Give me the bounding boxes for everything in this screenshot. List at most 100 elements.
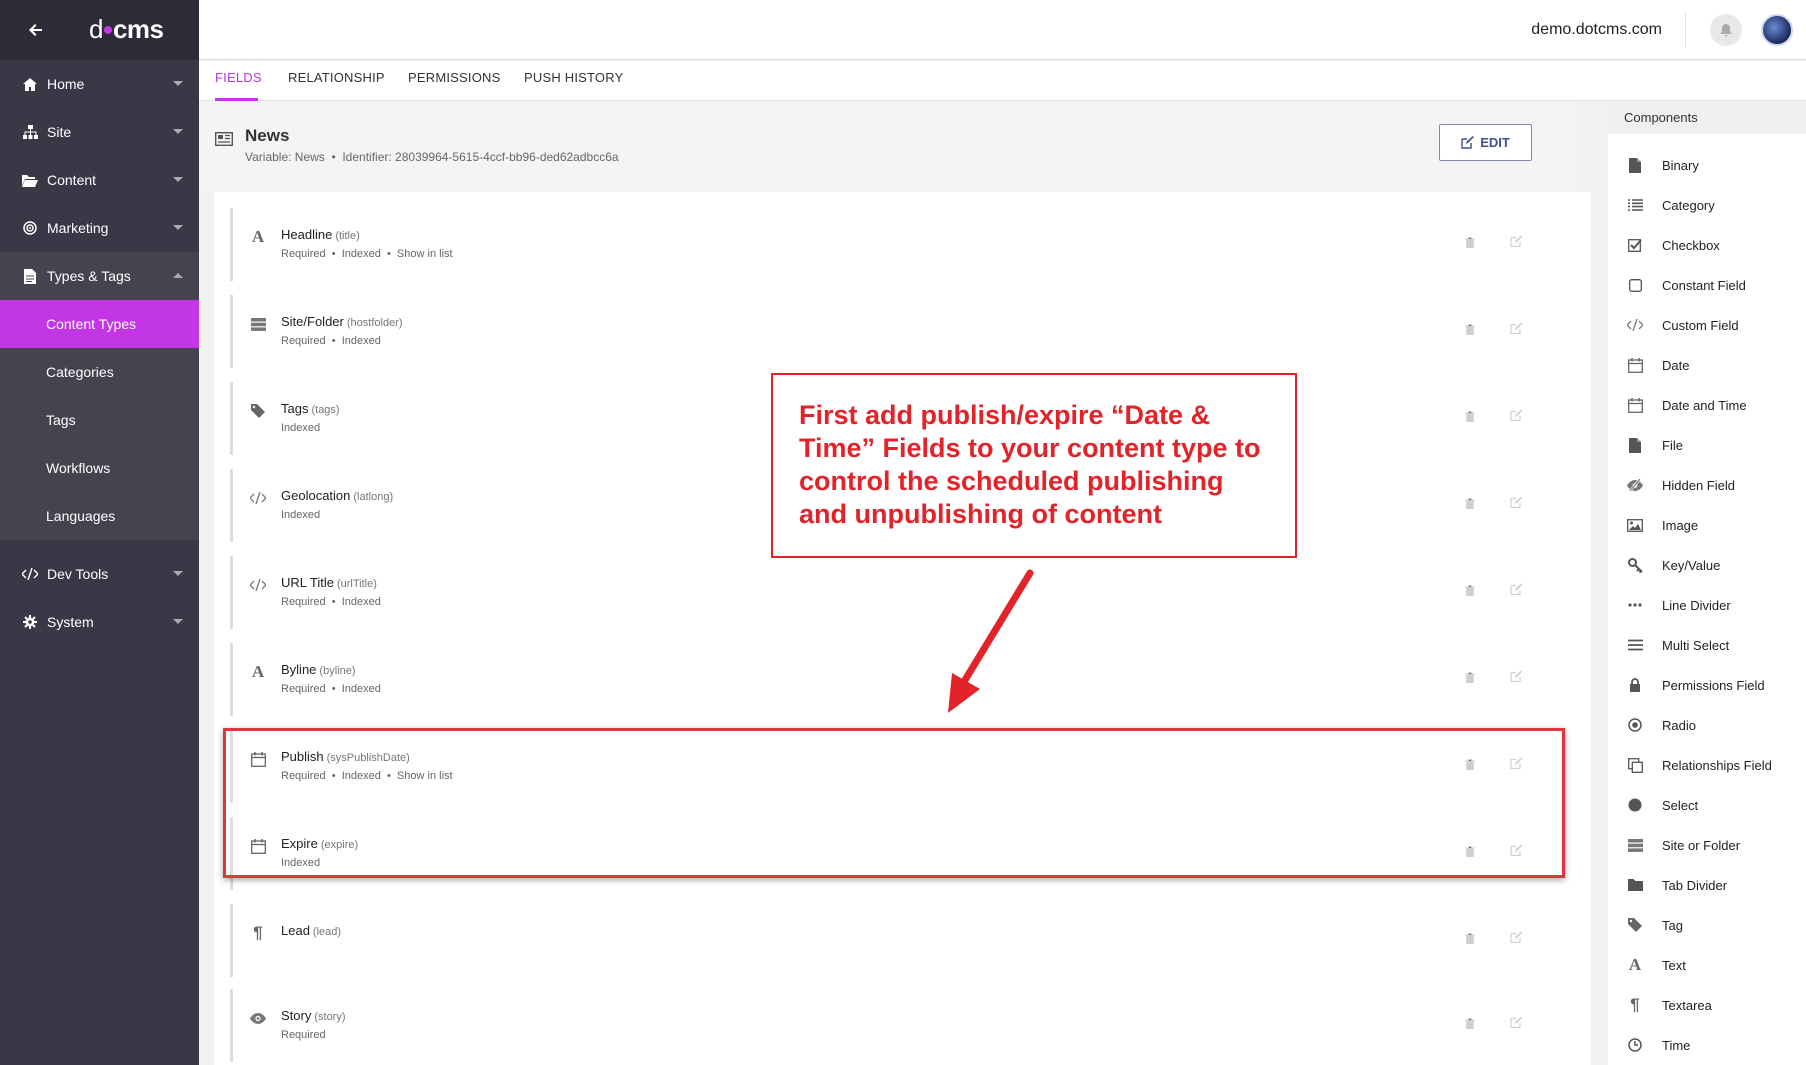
edit-button[interactable]: EDIT: [1439, 124, 1532, 161]
field-variable: (title): [335, 230, 360, 242]
component-hidden-field[interactable]: Hidden Field: [1608, 465, 1806, 505]
sidebar-subitem-languages[interactable]: Languages: [0, 492, 199, 540]
edit-icon[interactable]: [1510, 930, 1523, 948]
sidebar-item-label: System: [47, 614, 94, 630]
edit-icon[interactable]: [1510, 495, 1523, 513]
component-label: Radio: [1662, 717, 1696, 733]
component-label: Line Divider: [1662, 597, 1731, 613]
field-row-lead[interactable]: ¶ Lead (lead): [230, 904, 1570, 977]
chevron-down-icon: [173, 129, 183, 134]
component-checkbox[interactable]: Checkbox: [1608, 225, 1806, 265]
component-constant-field[interactable]: Constant Field: [1608, 265, 1806, 305]
trash-icon[interactable]: [1465, 496, 1475, 514]
edit-icon[interactable]: [1510, 1015, 1523, 1033]
checkbox-icon: [1626, 236, 1644, 254]
component-site-or-folder[interactable]: Site or Folder: [1608, 825, 1806, 865]
divider: [1685, 12, 1686, 48]
image-icon: [1626, 516, 1644, 534]
component-custom-field[interactable]: Custom Field: [1608, 305, 1806, 345]
trash-icon[interactable]: [1465, 670, 1475, 688]
component-date[interactable]: Date: [1608, 345, 1806, 385]
avatar[interactable]: [1761, 14, 1793, 46]
sidebar-item-types-tags[interactable]: Types & Tags: [0, 252, 199, 300]
arrow-left-icon[interactable]: [28, 22, 44, 38]
chevron-down-icon: [173, 81, 183, 86]
site-selector[interactable]: demo.dotcms.com: [1531, 21, 1662, 39]
chevron-down-icon: [173, 571, 183, 576]
trash-icon[interactable]: [1465, 235, 1475, 253]
trash-icon[interactable]: [1465, 322, 1475, 340]
component-line-divider[interactable]: Line Divider: [1608, 585, 1806, 625]
component-label: Constant Field: [1662, 277, 1746, 293]
component-label: Textarea: [1662, 997, 1712, 1013]
trash-icon[interactable]: [1465, 931, 1475, 949]
main-sidebar: d cms Home Site Content Marketing Types &…: [0, 0, 199, 1065]
trash-icon[interactable]: [1465, 1016, 1475, 1034]
sidebar-item-dev-tools[interactable]: Dev Tools: [0, 550, 199, 598]
component-file[interactable]: File: [1608, 425, 1806, 465]
component-multi-select[interactable]: Multi Select: [1608, 625, 1806, 665]
component-label: Multi Select: [1662, 637, 1730, 653]
component-radio[interactable]: Radio: [1608, 705, 1806, 745]
sidebar-item-content[interactable]: Content: [0, 156, 199, 204]
component-permissions-field[interactable]: Permissions Field: [1608, 665, 1806, 705]
component-date-and-time[interactable]: Date and Time: [1608, 385, 1806, 425]
sidebar-subitem-content-types[interactable]: Content Types: [0, 300, 199, 348]
field-name: Site/Folder (hostfolder): [281, 314, 403, 329]
field-row-site-folder[interactable]: Site/Folder (hostfolder) Required • Indexe…: [230, 295, 1570, 368]
component-select[interactable]: Select: [1608, 785, 1806, 825]
tab-push-history[interactable]: PUSH HISTORY: [524, 61, 623, 101]
field-name: Lead (lead): [281, 923, 341, 938]
component-tag[interactable]: Tag: [1608, 905, 1806, 945]
field-variable: (latlong): [353, 491, 394, 503]
bullseye-icon: [21, 219, 39, 237]
sidebar-subitem-workflows[interactable]: Workflows: [0, 444, 199, 492]
text-icon: A: [1628, 955, 1642, 974]
field-variable: (story): [314, 1011, 346, 1023]
field-row-byline[interactable]: A Byline (byline) Required • Indexed: [230, 643, 1570, 716]
tab-relationship[interactable]: RELATIONSHIP: [288, 61, 385, 101]
component-text[interactable]: A Text: [1608, 945, 1806, 985]
field-name: Byline (byline): [281, 662, 356, 677]
dotcms-logo[interactable]: d cms: [89, 14, 164, 45]
component-label: Text: [1662, 957, 1686, 973]
edit-icon[interactable]: [1510, 321, 1523, 339]
field-row-story[interactable]: Story (story) Required: [230, 989, 1570, 1062]
edit-icon[interactable]: [1510, 408, 1523, 426]
component-label: Date: [1662, 357, 1690, 373]
edit-icon[interactable]: [1510, 234, 1523, 252]
sidebar-item-label: Marketing: [47, 220, 109, 236]
sidebar-item-site[interactable]: Site: [0, 108, 199, 156]
edit-icon[interactable]: [1510, 669, 1523, 687]
trash-icon[interactable]: [1465, 583, 1475, 601]
component-image[interactable]: Image: [1608, 505, 1806, 545]
tab-permissions[interactable]: PERMISSIONS: [408, 61, 501, 101]
edit-icon[interactable]: [1510, 582, 1523, 600]
component-relationships-field[interactable]: Relationships Field: [1608, 745, 1806, 785]
sidebar-subitem-tags[interactable]: Tags: [0, 396, 199, 444]
notifications-button[interactable]: [1710, 14, 1742, 46]
file-icon: [21, 267, 39, 285]
sidebar-subitem-categories[interactable]: Categories: [0, 348, 199, 396]
component-category[interactable]: Category: [1608, 185, 1806, 225]
component-tab-divider[interactable]: Tab Divider: [1608, 865, 1806, 905]
chevron-down-icon: [173, 225, 183, 230]
component-key-value[interactable]: Key/Value: [1608, 545, 1806, 585]
component-textarea[interactable]: ¶ Textarea: [1608, 985, 1806, 1025]
tab-fields[interactable]: FIELDS: [215, 61, 262, 101]
component-time[interactable]: Time: [1608, 1025, 1806, 1065]
annotation-arrow-icon: [948, 569, 1034, 713]
component-binary[interactable]: Binary: [1608, 145, 1806, 185]
sidebar-item-home[interactable]: Home: [0, 60, 199, 108]
field-row-headline[interactable]: A Headline (title) Required • Indexed • Sho…: [230, 208, 1570, 281]
field-variable: (hostfolder): [346, 317, 403, 329]
trash-icon[interactable]: [1465, 409, 1475, 427]
server-icon: [1626, 836, 1644, 854]
component-label: Category: [1662, 197, 1715, 213]
field-row-url-title[interactable]: URL Title (urlTitle) Required • Indexed: [230, 556, 1570, 629]
sidebar-item-system[interactable]: System: [0, 598, 199, 646]
component-label: Permissions Field: [1662, 677, 1765, 693]
field-meta: Required • Indexed: [281, 596, 381, 608]
sidebar-item-marketing[interactable]: Marketing: [0, 204, 199, 252]
component-label: Date and Time: [1662, 397, 1747, 413]
